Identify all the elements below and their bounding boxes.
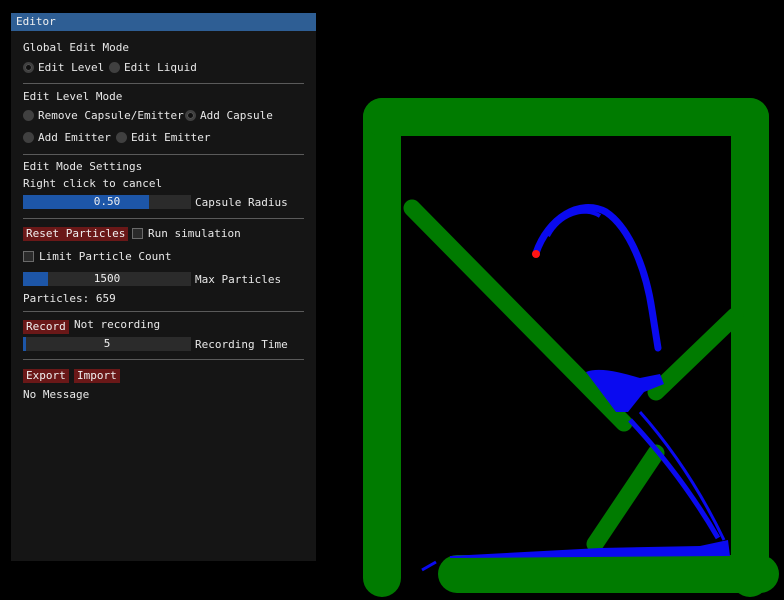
reset-particles-button[interactable]: Reset Particles	[23, 227, 129, 241]
recording-status: Not recording	[74, 318, 161, 331]
settings-heading: Edit Mode Settings	[23, 160, 143, 173]
liquid-stream-down-2	[638, 411, 726, 541]
radio-label: Add Capsule	[200, 109, 273, 122]
recording-time-label: Recording Time	[195, 338, 288, 351]
recording-time-slider[interactable]: 5	[23, 337, 191, 351]
radio-add-emitter[interactable]: Add Emitter	[23, 131, 111, 144]
divider	[23, 83, 304, 84]
liquid-left-drips	[421, 560, 437, 572]
slider-value: 1500	[93, 272, 121, 285]
radio-icon	[116, 132, 127, 143]
export-button[interactable]: Export	[23, 369, 69, 383]
max-particles-label: Max Particles	[195, 273, 282, 286]
radio-add-capsule[interactable]: Add Capsule	[185, 109, 273, 122]
checkbox-label: Limit Particle Count	[39, 250, 172, 263]
checkbox-icon	[132, 228, 143, 239]
radio-selected-icon	[185, 110, 196, 121]
radio-label: Remove Capsule/Emitter	[38, 109, 184, 122]
cancel-hint: Right click to cancel	[23, 177, 163, 190]
max-particles-slider[interactable]: 1500	[23, 272, 191, 286]
radio-icon	[23, 132, 34, 143]
status-message: No Message	[23, 388, 90, 401]
radio-selected-icon	[23, 62, 34, 73]
capsule-radius-label: Capsule Radius	[195, 196, 288, 209]
radio-edit-level[interactable]: Edit Level	[23, 61, 104, 74]
divider	[23, 311, 304, 312]
radio-label: Edit Liquid	[124, 61, 197, 74]
radio-edit-emitter[interactable]: Edit Emitter	[116, 131, 210, 144]
record-button[interactable]: Record	[23, 320, 69, 334]
capsule-lower-ramp[interactable]	[586, 444, 665, 553]
window-title[interactable]: Editor	[11, 13, 316, 31]
checkbox-icon	[23, 251, 34, 262]
slider-value: 5	[103, 337, 111, 350]
radio-edit-liquid[interactable]: Edit Liquid	[109, 61, 197, 74]
radio-label: Edit Emitter	[131, 131, 211, 144]
particle-count-text: Particles: 659	[23, 292, 116, 305]
checkbox-label: Run simulation	[148, 227, 241, 240]
divider	[23, 218, 304, 219]
capsule-diagonal-long[interactable]	[403, 199, 633, 432]
import-button[interactable]: Import	[74, 369, 120, 383]
capsule-radius-slider[interactable]: 0.50	[23, 195, 191, 209]
divider	[23, 154, 304, 155]
slider-value: 0.50	[93, 195, 121, 208]
editor-window: Editor Global Edit Mode Edit Level Edit …	[11, 13, 316, 561]
radio-icon	[23, 110, 34, 121]
limit-particle-count-checkbox[interactable]: Limit Particle Count	[23, 250, 171, 263]
liquid-arc-fringe	[546, 209, 602, 238]
radio-icon	[109, 62, 120, 73]
run-simulation-checkbox[interactable]: Run simulation	[132, 227, 241, 240]
level-mode-heading: Edit Level Mode	[23, 90, 123, 103]
divider	[23, 359, 304, 360]
emitter-marker[interactable]	[532, 250, 540, 258]
global-mode-heading: Global Edit Mode	[23, 41, 129, 54]
radio-label: Edit Level	[38, 61, 105, 74]
radio-remove-capsule-emitter[interactable]: Remove Capsule/Emitter	[23, 109, 184, 122]
radio-label: Add Emitter	[38, 131, 111, 144]
capsule-right-ramp[interactable]	[647, 307, 744, 401]
